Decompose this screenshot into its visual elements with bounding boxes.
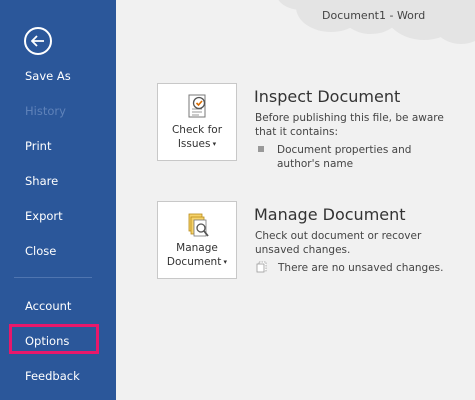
inspect-document-bullet: Document properties and author's name [277,144,412,170]
inspect-document-description: Before publishing this file, be aware th… [255,112,444,138]
nav-print[interactable]: Print [25,139,51,153]
manage-document-label-line1: Manage [176,242,218,254]
dropdown-caret-icon: ▾ [210,140,217,148]
check-for-issues-label-line1: Check for [171,124,223,136]
nav-feedback[interactable]: Feedback [25,369,80,383]
check-for-issues-button[interactable]: Check for Issues ▾ [157,83,237,161]
info-pane [116,0,475,400]
check-for-issues-label-line2: Issues [177,138,211,150]
nav-options[interactable]: Options [25,334,69,348]
manage-document-button[interactable]: Manage Document ▾ [157,201,237,279]
manage-document-description: Check out document or recover unsaved ch… [255,230,422,256]
back-arrow-icon [31,35,44,47]
manage-document-bullet: There are no unsaved changes. [278,262,444,274]
nav-account[interactable]: Account [25,299,71,313]
manage-document-label-line2: Document [166,256,222,268]
nav-save-as[interactable]: Save As [25,69,71,83]
manage-document-title: Manage Document [254,205,406,224]
back-button[interactable] [24,27,52,55]
nav-share[interactable]: Share [25,174,58,188]
window-title: Document1 - Word [322,9,426,22]
unsaved-changes-icon [256,261,267,273]
nav-history: History [25,104,66,118]
inspect-document-title: Inspect Document [254,87,401,106]
inspect-document-icon [188,94,206,118]
manage-document-icon [188,213,209,237]
backstage-sidebar: Save As History Print Share Export Close… [0,0,116,400]
bullet-square-icon [258,146,264,152]
nav-export[interactable]: Export [25,209,63,223]
dropdown-caret-icon: ▾ [221,258,228,266]
nav-divider [14,277,92,278]
nav-close[interactable]: Close [25,244,56,258]
